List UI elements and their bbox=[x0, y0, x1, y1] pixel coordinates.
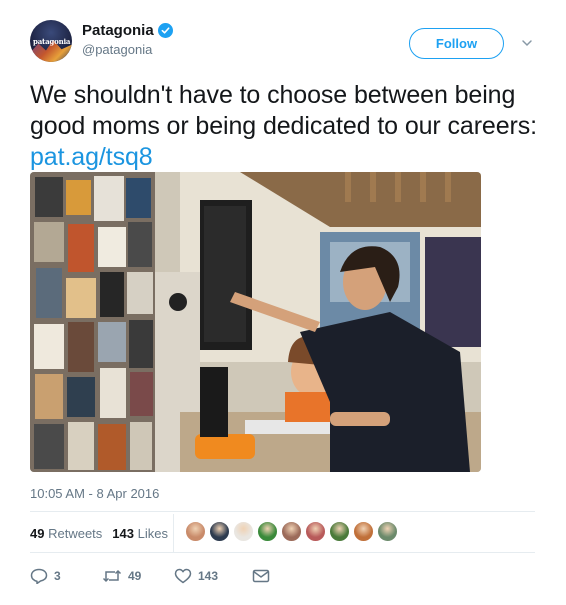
chevron-down-icon[interactable] bbox=[520, 36, 534, 50]
tweet-text: We shouldn't have to choose between bein… bbox=[30, 80, 540, 173]
user-info: Patagonia @patagonia bbox=[82, 22, 173, 57]
tweet-actions: 3 49 143 bbox=[30, 566, 270, 586]
liker-avatar[interactable] bbox=[209, 521, 230, 542]
tweet-photo[interactable] bbox=[30, 172, 481, 472]
direct-message-button[interactable] bbox=[252, 569, 270, 583]
reply-count: 3 bbox=[54, 569, 61, 583]
verified-badge-icon bbox=[157, 23, 173, 38]
reply-icon bbox=[30, 568, 48, 584]
heart-icon bbox=[174, 568, 192, 584]
user-handle[interactable]: @patagonia bbox=[82, 42, 173, 57]
follow-button[interactable]: Follow bbox=[409, 28, 504, 59]
tweet-link[interactable]: pat.ag/tsq8 bbox=[30, 143, 153, 171]
retweet-button[interactable]: 49 bbox=[102, 568, 174, 584]
envelope-icon bbox=[252, 569, 270, 583]
photo-illustration bbox=[30, 172, 481, 472]
display-name-row: Patagonia bbox=[82, 22, 173, 39]
reply-button[interactable]: 3 bbox=[30, 568, 102, 584]
display-name[interactable]: Patagonia bbox=[82, 22, 154, 39]
retweets-count: 49 bbox=[30, 526, 45, 541]
retweet-icon bbox=[102, 569, 122, 583]
liker-avatar[interactable] bbox=[305, 521, 326, 542]
divider bbox=[30, 552, 535, 553]
stats-separator bbox=[173, 514, 174, 552]
likes-count: 143 bbox=[112, 526, 134, 541]
avatar-logo-text: patagonia bbox=[33, 37, 71, 46]
liker-avatar[interactable] bbox=[281, 521, 302, 542]
tweet-body: We shouldn't have to choose between bein… bbox=[30, 81, 538, 140]
like-button[interactable]: 143 bbox=[174, 568, 252, 584]
likes-stat[interactable]: 143 Likes bbox=[112, 526, 168, 541]
liker-avatar[interactable] bbox=[377, 521, 398, 542]
liker-avatar[interactable] bbox=[233, 521, 254, 542]
liker-avatar[interactable] bbox=[329, 521, 350, 542]
avatar[interactable]: patagonia bbox=[30, 20, 72, 62]
retweets-stat[interactable]: 49 Retweets bbox=[30, 526, 102, 541]
divider bbox=[30, 511, 535, 512]
liker-avatar[interactable] bbox=[257, 521, 278, 542]
tweet-timestamp[interactable]: 10:05 AM - 8 Apr 2016 bbox=[30, 486, 159, 501]
retweets-label: Retweets bbox=[48, 526, 103, 541]
like-count: 143 bbox=[198, 569, 219, 583]
tweet-stats: 49 Retweets 143 Likes bbox=[30, 526, 168, 541]
likes-label: Likes bbox=[137, 526, 168, 541]
liker-avatar[interactable] bbox=[185, 521, 206, 542]
retweet-count: 49 bbox=[128, 569, 142, 583]
liker-avatars bbox=[185, 521, 398, 542]
liker-avatar[interactable] bbox=[353, 521, 374, 542]
